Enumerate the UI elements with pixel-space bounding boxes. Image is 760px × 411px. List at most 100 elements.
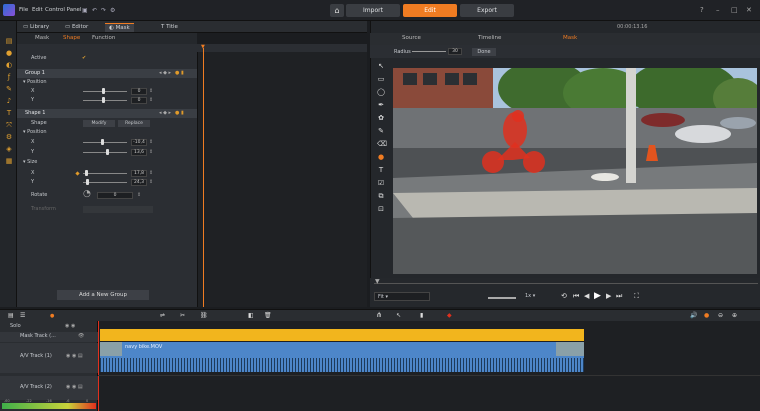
transform-dropdown[interactable] — [83, 206, 153, 213]
close-icon[interactable]: ✕ — [746, 6, 752, 14]
rectangle-icon[interactable]: ▭ — [377, 75, 385, 83]
trash-clip-icon[interactable]: ▮ — [420, 312, 423, 319]
mask-icon[interactable]: ◐ — [5, 61, 13, 69]
tab-mask[interactable]: ◐ Mask — [105, 23, 134, 32]
trash-icon[interactable]: 🗑 — [264, 312, 272, 319]
brush-tool-icon[interactable]: ✎ — [377, 127, 385, 135]
keyframe-playhead-marker[interactable]: ▼ — [201, 44, 205, 50]
next-frame-icon[interactable]: ▶ — [606, 292, 611, 300]
add-new-group-button[interactable]: Add a New Group — [57, 290, 149, 300]
undo-icon[interactable]: ↶ — [92, 7, 100, 14]
lasso-icon[interactable]: ✿ — [377, 114, 385, 122]
zoom-out-icon[interactable]: ⊖ — [718, 312, 723, 319]
rotate-value[interactable]: 0 — [97, 192, 133, 199]
g-pos-x-value[interactable]: 0 — [131, 88, 147, 95]
brush-icon[interactable]: ✎ — [5, 85, 13, 93]
pointer-icon[interactable]: ↖ — [377, 62, 385, 70]
subtab-function[interactable]: Function — [92, 35, 115, 41]
rotate-stepper[interactable]: ⇕ — [137, 191, 141, 200]
s-pos-x-value[interactable]: -10,4 — [131, 139, 147, 146]
help-icon[interactable]: ? — [700, 6, 704, 14]
link-icon[interactable]: ⛓ — [200, 312, 208, 319]
replace-button[interactable]: Replace — [118, 120, 150, 127]
group1-controls-icon[interactable]: ◂ ◆ ▸ — [159, 69, 171, 78]
storyboard-icon[interactable]: ▦ — [5, 157, 13, 165]
zoom-dropdown[interactable]: Fit ▾ — [374, 292, 430, 301]
smart-object-icon[interactable]: ● — [377, 153, 385, 161]
mask-clip[interactable] — [100, 329, 584, 341]
active-checkbox[interactable]: ✔ — [82, 54, 86, 63]
tab-library[interactable]: ▭ Library — [19, 23, 53, 32]
play-icon[interactable]: ▶ — [594, 291, 601, 301]
media-icon[interactable]: ▤ — [5, 37, 13, 45]
save-icon[interactable]: ▣ — [82, 7, 90, 14]
expand-icon[interactable]: ⊡ — [377, 205, 385, 213]
text-icon[interactable]: T — [377, 166, 385, 174]
s-pos-y-stepper[interactable]: ⇕ — [149, 148, 153, 157]
rotate-dial-icon[interactable]: ◔ — [83, 190, 91, 199]
prev-frame-icon[interactable]: ◀ — [584, 292, 589, 300]
shape1-label[interactable]: Shape 1 — [25, 109, 45, 118]
solo-controls-icon[interactable]: ◉ ◉ — [65, 323, 75, 329]
keyframe-track[interactable] — [197, 44, 367, 307]
size-x-stepper[interactable]: ⇕ — [149, 169, 153, 178]
timeline-area[interactable]: navy bike.MOV — [0, 321, 760, 411]
overlap-icon[interactable]: ⧉ — [377, 192, 385, 200]
done-button[interactable]: Done — [472, 48, 496, 56]
tab-editor[interactable]: ▭ Editor — [61, 23, 92, 32]
size-y-knob[interactable] — [86, 179, 89, 185]
shuttle-slider[interactable] — [488, 297, 516, 299]
mark-icon[interactable]: ◆ — [447, 312, 452, 319]
tab-preview-mask[interactable]: Mask — [563, 35, 577, 41]
go-start-icon[interactable]: ⏮ — [573, 292, 579, 301]
marker-icon[interactable]: ◧ — [248, 312, 254, 319]
zoom-in-icon[interactable]: ⊕ — [732, 312, 737, 319]
import-button[interactable]: Import — [346, 4, 400, 17]
pointer-tool-icon[interactable]: ↖ — [396, 312, 401, 319]
s-pos-x-knob[interactable] — [101, 139, 104, 145]
shape1-controls-icon[interactable]: ◂ ◆ ▸ — [159, 109, 171, 118]
scrubber-marker-icon[interactable]: ▼ — [375, 278, 380, 285]
loop-icon[interactable]: ⟲ — [561, 292, 567, 300]
menu-file[interactable]: File — [19, 7, 28, 13]
s-pos-x-slider[interactable] — [83, 142, 127, 143]
group1-keyframe-icon[interactable]: ● ▮ — [175, 69, 184, 78]
video-clip[interactable]: navy bike.MOV — [100, 342, 584, 372]
redo-icon[interactable]: ↷ — [101, 7, 109, 14]
size-y-stepper[interactable]: ⇕ — [149, 178, 153, 187]
radius-slider[interactable] — [412, 51, 446, 52]
video-preview[interactable] — [393, 68, 757, 274]
ellipse-icon[interactable]: ◯ — [377, 88, 385, 96]
av-track-2-label[interactable]: A/V Track (2) — [20, 384, 52, 390]
volume-icon[interactable]: 🔊 — [690, 312, 697, 319]
keyframe-playhead[interactable] — [203, 48, 204, 307]
shape1-keyframe-icon[interactable]: ● ▮ — [175, 109, 184, 118]
edit-button[interactable]: Edit — [403, 4, 457, 17]
maximize-icon[interactable]: □ — [731, 6, 738, 14]
stabilize-icon[interactable]: ◈ — [5, 145, 13, 153]
preview-scrubber[interactable] — [374, 283, 758, 284]
timeline-view-icon[interactable]: ▤ — [8, 312, 14, 319]
storyboard-view-icon[interactable]: ☰ — [20, 312, 25, 319]
gear-icon[interactable]: ⚙ — [5, 133, 13, 141]
mask-track-visibility-icon[interactable]: 👁 — [78, 333, 84, 339]
radius-value[interactable]: 30 — [448, 48, 462, 55]
mask-track-label[interactable]: Mask Track (... — [20, 333, 56, 339]
size-y-value[interactable]: 24,3 — [131, 179, 147, 186]
av-track-1-controls-icon[interactable]: ◉ ◉ ▤ — [66, 353, 83, 359]
size-x-value[interactable]: 17,8 — [131, 170, 147, 177]
subtab-shape[interactable]: Shape — [63, 35, 80, 41]
av-track-1-label[interactable]: A/V Track (1) — [20, 353, 52, 359]
split-icon[interactable]: ✂ — [180, 312, 185, 319]
fullscreen-icon[interactable]: ⛶ — [634, 292, 639, 301]
settings-icon[interactable]: ⚙ — [110, 7, 118, 14]
menu-edit[interactable]: Edit — [32, 7, 43, 13]
edit-shape-icon[interactable]: ☑ — [377, 179, 385, 187]
snap-icon[interactable]: ⇌ — [160, 312, 165, 319]
size-y-slider[interactable] — [83, 182, 127, 183]
s-pos-y-value[interactable]: 13,6 — [131, 149, 147, 156]
export-button[interactable]: Export — [460, 4, 514, 17]
g-pos-y-value[interactable]: 0 — [131, 97, 147, 104]
size-x-keyframe[interactable] — [75, 171, 80, 176]
size-x-slider[interactable] — [83, 173, 127, 174]
